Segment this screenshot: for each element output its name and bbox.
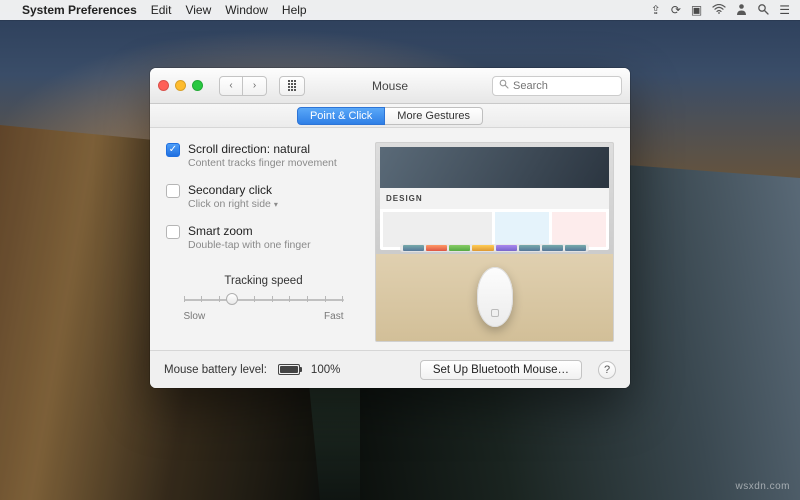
- preview-dock: [400, 244, 590, 252]
- show-all-button[interactable]: [279, 76, 305, 96]
- search-input[interactable]: [513, 80, 630, 92]
- secondary-click-checkbox[interactable]: [166, 184, 180, 198]
- gesture-preview: DESIGN: [375, 142, 614, 342]
- tab-more-gestures[interactable]: More Gestures: [385, 107, 483, 125]
- option-smart-zoom: Smart zoom Double-tap with one finger: [166, 224, 361, 251]
- tracking-speed-group: Tracking speed Slow Fast: [166, 275, 361, 322]
- window-footer: Mouse battery level: 100% Set Up Bluetoo…: [150, 350, 630, 388]
- secondary-click-label: Secondary click: [188, 183, 278, 197]
- close-window-button[interactable]: [158, 80, 169, 91]
- setup-bluetooth-mouse-button[interactable]: Set Up Bluetooth Mouse…: [420, 360, 582, 380]
- smart-zoom-sub: Double-tap with one finger: [188, 239, 311, 251]
- tab-point-and-click[interactable]: Point & Click: [297, 107, 385, 125]
- window-title: Mouse: [372, 79, 408, 93]
- notification-center-icon[interactable]: ☰: [779, 3, 790, 17]
- menubar-item-edit[interactable]: Edit: [151, 3, 172, 17]
- tracking-speed-knob[interactable]: [226, 293, 238, 305]
- zoom-window-button[interactable]: [192, 80, 203, 91]
- menubar-item-view[interactable]: View: [185, 3, 211, 17]
- search-field[interactable]: [492, 76, 622, 96]
- user-icon[interactable]: [736, 3, 747, 18]
- preview-site-heading: DESIGN: [380, 188, 609, 209]
- minimize-window-button[interactable]: [175, 80, 186, 91]
- dropbox-icon[interactable]: ⇪: [651, 3, 661, 17]
- help-button[interactable]: ?: [598, 361, 616, 379]
- option-secondary-click: Secondary click Click on right side▾: [166, 183, 361, 210]
- battery-level-value: 100%: [311, 364, 340, 376]
- mouse-icon: [477, 267, 513, 327]
- back-button[interactable]: ‹: [219, 76, 243, 96]
- spotlight-icon[interactable]: [757, 3, 769, 18]
- tracking-speed-label: Tracking speed: [166, 275, 361, 287]
- secondary-click-sub[interactable]: Click on right side▾: [188, 198, 278, 210]
- battery-icon: [278, 364, 300, 375]
- menubar-app-name[interactable]: System Preferences: [22, 3, 137, 17]
- tracking-slow-label: Slow: [184, 311, 206, 322]
- search-icon: [499, 79, 509, 92]
- menubar-item-help[interactable]: Help: [282, 3, 307, 17]
- chevron-down-icon: ▾: [274, 200, 278, 209]
- tracking-speed-slider[interactable]: [184, 291, 344, 309]
- window-titlebar: ‹ › Mouse: [150, 68, 630, 104]
- watermark: wsxdn.com: [735, 481, 790, 492]
- smart-zoom-checkbox[interactable]: [166, 225, 180, 239]
- option-scroll-direction: Scroll direction: natural Content tracks…: [166, 142, 361, 169]
- mouse-preferences-window: ‹ › Mouse Point & Click More Gestures Sc…: [150, 68, 630, 388]
- scroll-direction-sub: Content tracks finger movement: [188, 157, 337, 169]
- tab-bar: Point & Click More Gestures: [150, 104, 630, 128]
- display-icon[interactable]: ▣: [691, 3, 702, 17]
- menubar: System Preferences Edit View Window Help…: [0, 0, 800, 20]
- menubar-item-window[interactable]: Window: [225, 3, 268, 17]
- battery-level-label: Mouse battery level:: [164, 364, 267, 376]
- sync-icon[interactable]: ⟳: [671, 3, 681, 17]
- tracking-fast-label: Fast: [324, 311, 343, 322]
- scroll-direction-checkbox[interactable]: [166, 143, 180, 157]
- smart-zoom-label: Smart zoom: [188, 224, 311, 238]
- scroll-direction-label: Scroll direction: natural: [188, 142, 337, 156]
- forward-button[interactable]: ›: [243, 76, 267, 96]
- wifi-icon[interactable]: [712, 3, 726, 17]
